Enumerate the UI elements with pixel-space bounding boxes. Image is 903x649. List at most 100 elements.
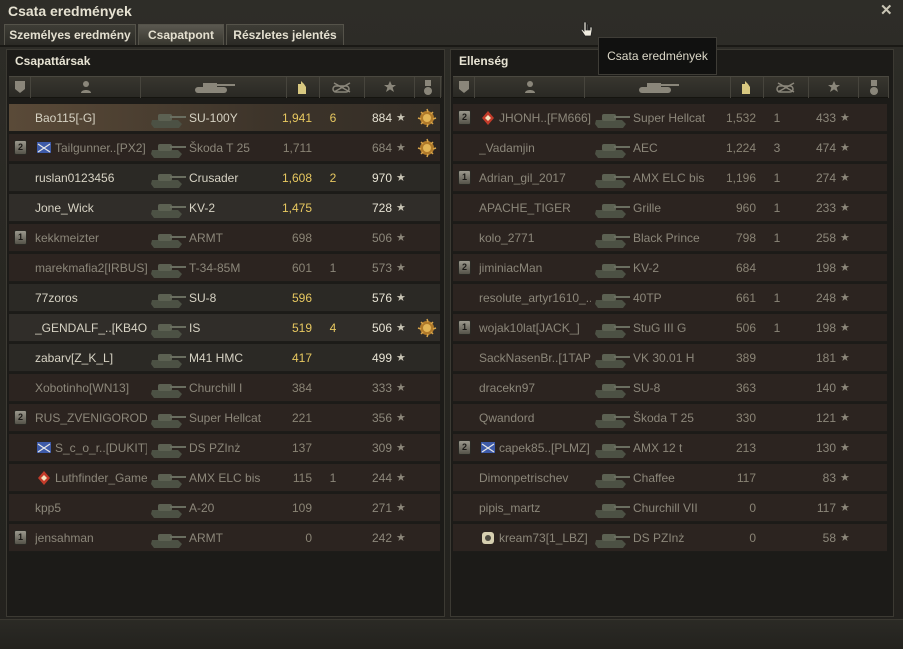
player-name[interactable]: ruslan0123456 [35, 164, 147, 192]
player-row[interactable]: marekmafia2[IRBUS] T-34-85M 601 1 573 ★ [9, 254, 440, 282]
player-row[interactable]: kpp5 A-20 109 271 ★ [9, 494, 440, 522]
player-row[interactable]: zabarv[Z_K_L] M41 HMC 417 499 ★ [9, 344, 440, 372]
header-xp-icon[interactable] [809, 77, 859, 98]
player-name[interactable]: 77zoros [35, 284, 147, 312]
player-name[interactable]: APACHE_TIGER [479, 194, 591, 222]
player-row[interactable]: Luthfinder_Game AMX ELC bis 115 1 244 ★ [9, 464, 440, 492]
player-row[interactable]: APACHE_TIGER Grille 960 1 233 ★ [453, 194, 887, 222]
player-row[interactable]: Dimonpetrischev Chaffee 117 83 ★ [453, 464, 887, 492]
xp-value: 573 [371, 261, 392, 275]
player-name[interactable]: wojak10lat[JACK_] [479, 314, 591, 342]
player-name[interactable]: dracekn97 [479, 374, 591, 402]
player-row[interactable]: _GENDALF_..[KB4OK] IS 519 4 506 ★ [9, 314, 440, 342]
header-kills-icon[interactable] [320, 77, 365, 98]
kills-value: 1 [773, 171, 781, 185]
player-name[interactable]: _GENDALF_..[KB4OK] [35, 314, 147, 342]
player-name[interactable]: Adrian_gil_2017 [479, 164, 591, 192]
kills-value: 1 [773, 291, 781, 305]
player-name[interactable]: JHONH..[FM666] [499, 104, 591, 132]
player-name[interactable]: kpp5 [35, 494, 147, 522]
damage-value: 661 [735, 291, 756, 305]
tank-icon [635, 80, 681, 100]
kills-value [326, 374, 340, 402]
player-row[interactable]: 2 jiminiacMan KV-2 684 198 ★ [453, 254, 887, 282]
player-name[interactable]: zabarv[Z_K_L] [35, 344, 147, 372]
player-name[interactable]: jiminiacMan [479, 254, 591, 282]
tank-icon [593, 466, 631, 490]
header-squad-icon[interactable] [453, 77, 475, 98]
medal-icon[interactable] [417, 318, 437, 338]
diamond-emblem-icon [480, 110, 496, 126]
kills-value [770, 524, 784, 552]
header-tank-icon[interactable] [141, 77, 287, 98]
damage-value: 1,711 [282, 141, 312, 155]
header-tank-icon[interactable] [585, 77, 731, 98]
player-row[interactable]: 2 Tailgunner..[PX2] Škoda T 25 1,711 684 ★ [9, 134, 440, 162]
header-kills-icon[interactable] [764, 77, 809, 98]
player-row[interactable]: 2RUS_ZVENIGOROD_1Super Hellcat221356★ [9, 404, 440, 432]
player-name[interactable]: capek85..[PLMZ] [499, 434, 591, 462]
player-name[interactable]: Luthfinder_Game [55, 464, 147, 492]
player-row[interactable]: 2 capek85..[PLMZ] AMX 12 t 213 130 ★ [453, 434, 887, 462]
player-row[interactable]: 2 JHONH..[FM666] Super Hellcat 1,532 1 433 ★ [453, 104, 887, 132]
player-row[interactable]: S_c_o_r..[DUKIT] DS PZInż 137 309 ★ [9, 434, 440, 462]
player-name[interactable]: pipis_martz [479, 494, 591, 522]
player-name[interactable]: Qwandord [479, 404, 591, 432]
platoon-badge: 1 [458, 320, 471, 335]
star-icon: ★ [396, 262, 406, 274]
player-row[interactable]: Xobotinho[WN13] Churchill I 384 333 ★ [9, 374, 440, 402]
header-player-icon[interactable] [31, 77, 141, 98]
player-row[interactable]: 1 Adrian_gil_2017 AMX ELC bis 1,196 1 274 ★ [453, 164, 887, 192]
player-row[interactable]: SackNasenBr..[1TAP] VK 30.01 H 389 181 ★ [453, 344, 887, 372]
tab-team-score[interactable]: Csapatpont [138, 24, 224, 45]
player-row[interactable]: resolute_artyr1610_... 40TP 661 1 248 ★ [453, 284, 887, 312]
header-damage-icon[interactable] [287, 77, 320, 98]
header-xp-icon[interactable] [365, 77, 415, 98]
player-name[interactable]: kolo_2771 [479, 224, 591, 252]
close-icon[interactable]: ✕ [880, 1, 893, 19]
player-row[interactable]: Qwandord Škoda T 25 330 121 ★ [453, 404, 887, 432]
medal-icon[interactable] [417, 138, 437, 158]
player-row[interactable]: 1 jensahman ARMT 0 242 ★ [9, 524, 440, 552]
player-name[interactable]: Xobotinho[WN13] [35, 374, 147, 402]
player-name[interactable]: kekkmeizter [35, 224, 147, 252]
player-name[interactable]: Jone_Wick [35, 194, 147, 222]
header-medal-icon[interactable] [415, 77, 441, 98]
xp-value: 130 [815, 441, 836, 455]
header-medal-icon[interactable] [859, 77, 889, 98]
player-name[interactable]: Bao115[-G] [35, 104, 147, 132]
tab-detailed-report[interactable]: Részletes jelentés [226, 24, 344, 45]
header-squad-icon[interactable] [9, 77, 31, 98]
player-row[interactable]: ruslan0123456 Crusader 1,608 2 970 ★ [9, 164, 440, 192]
kills-value [326, 194, 340, 222]
xp-value: 356 [371, 411, 392, 425]
player-row[interactable]: dracekn97 SU-8 363 140 ★ [453, 374, 887, 402]
header-player-icon[interactable] [475, 77, 585, 98]
player-name[interactable]: SackNasenBr..[1TAP] [479, 344, 591, 372]
xp-value: 117 [816, 501, 836, 515]
player-name[interactable]: marekmafia2[IRBUS] [35, 254, 147, 282]
player-row[interactable]: kolo_2771 Black Prince 798 1 258 ★ [453, 224, 887, 252]
player-name[interactable]: RUS_ZVENIGOROD_1 [35, 404, 147, 432]
player-row[interactable]: 77zoros SU-8 596 576 ★ [9, 284, 440, 312]
player-name[interactable]: resolute_artyr1610_... [479, 284, 591, 312]
player-name[interactable]: _Vadamjin [479, 134, 591, 162]
player-row[interactable]: pipis_martz Churchill VII 0 117 ★ [453, 494, 887, 522]
player-name[interactable]: Tailgunner..[PX2] [55, 134, 147, 162]
player-name[interactable]: kream73[1_LBZ] [499, 524, 591, 552]
player-name[interactable]: Dimonpetrischev [479, 464, 591, 492]
tab-personal-results[interactable]: Személyes eredmény [4, 24, 136, 45]
star-icon: ★ [396, 472, 406, 484]
kills-value: 1 [329, 261, 337, 275]
header-damage-icon[interactable] [731, 77, 764, 98]
player-row[interactable]: kream73[1_LBZ] DS PZInż 0 58 ★ [453, 524, 887, 552]
player-row[interactable]: Jone_Wick KV-2 1,475 728 ★ [9, 194, 440, 222]
player-name[interactable]: jensahman [35, 524, 147, 552]
player-row[interactable]: Bao115[-G] SU-100Y 1,941 6 884 ★ [9, 104, 440, 132]
player-name[interactable]: S_c_o_r..[DUKIT] [55, 434, 147, 462]
player-row[interactable]: _Vadamjin AEC 1,224 3 474 ★ [453, 134, 887, 162]
medal-icon[interactable] [417, 108, 437, 128]
player-row[interactable]: 1 kekkmeizter ARMT 698 506 ★ [9, 224, 440, 252]
player-row[interactable]: 1 wojak10lat[JACK_] StuG III G 506 1 198 ★ [453, 314, 887, 342]
star-icon: ★ [840, 232, 850, 244]
